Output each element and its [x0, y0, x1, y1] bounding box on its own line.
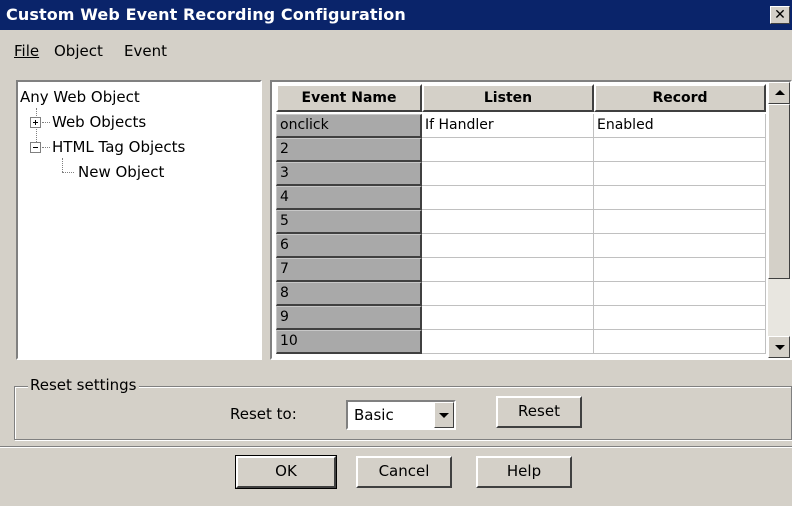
row-event-name[interactable]: 10 [276, 330, 422, 354]
reset-to-value: Basic [354, 406, 394, 424]
menu-bar: File Object Event [0, 38, 792, 62]
row-event-name[interactable]: 4 [276, 186, 422, 210]
vertical-scrollbar[interactable] [768, 82, 790, 358]
scroll-down-button[interactable] [768, 336, 790, 358]
arrow-up-icon [775, 90, 785, 95]
column-header-record[interactable]: Record [594, 84, 766, 112]
cell-record[interactable] [594, 306, 766, 330]
scroll-thumb[interactable] [768, 104, 790, 279]
cell-listen[interactable] [422, 258, 594, 282]
dialog-window: Custom Web Event Recording Configuration… [0, 0, 792, 506]
cell-listen[interactable] [422, 210, 594, 234]
arrow-down-icon [775, 345, 785, 350]
cell-listen[interactable] [422, 330, 594, 354]
column-header-listen[interactable]: Listen [422, 84, 594, 112]
object-tree[interactable]: Any Web Object Web Objects HTML Tag Obje… [16, 80, 262, 360]
tree-node-label: New Object [78, 163, 165, 181]
tree-root-label: Any Web Object [20, 88, 140, 106]
close-button[interactable]: ✕ [770, 6, 790, 24]
reset-to-label: Reset to: [230, 405, 297, 423]
menu-object[interactable]: Object [54, 42, 103, 60]
event-grid[interactable]: Event Name Listen Record onclick If Hand… [270, 80, 792, 360]
title-bar: Custom Web Event Recording Configuration… [0, 0, 792, 30]
cancel-button[interactable]: Cancel [356, 456, 452, 488]
cell-record[interactable] [594, 186, 766, 210]
grid-body: Event Name Listen Record onclick If Hand… [272, 82, 768, 358]
chevron-down-icon [439, 413, 449, 418]
cell-listen[interactable] [422, 138, 594, 162]
cell-record[interactable] [594, 138, 766, 162]
close-icon: ✕ [774, 7, 786, 23]
reset-button[interactable]: Reset [496, 396, 582, 428]
tree-node-label: HTML Tag Objects [52, 138, 186, 156]
row-event-name[interactable]: 2 [276, 138, 422, 162]
tree-node-web-objects[interactable]: Web Objects [52, 113, 146, 131]
column-header-event-name[interactable]: Event Name [276, 84, 422, 112]
menu-object-label: Object [54, 42, 103, 60]
cell-record[interactable]: Enabled [594, 114, 766, 138]
cell-record[interactable] [594, 162, 766, 186]
help-button[interactable]: Help [476, 456, 572, 488]
cell-listen[interactable] [422, 282, 594, 306]
row-event-name[interactable]: 8 [276, 282, 422, 306]
row-event-name[interactable]: 5 [276, 210, 422, 234]
separator [0, 446, 792, 448]
cell-listen[interactable] [422, 234, 594, 258]
cell-listen[interactable] [422, 186, 594, 210]
tree-node-html-tag-objects[interactable]: HTML Tag Objects [52, 138, 185, 156]
cell-listen[interactable] [422, 162, 594, 186]
reset-to-select[interactable]: Basic [346, 400, 456, 430]
cell-record[interactable] [594, 234, 766, 258]
dropdown-button[interactable] [434, 402, 454, 428]
collapse-minus-icon[interactable] [30, 142, 41, 153]
menu-event-label: Event [124, 42, 167, 60]
reset-settings-legend: Reset settings [28, 376, 139, 394]
row-event-name[interactable]: 7 [276, 258, 422, 282]
expand-plus-icon[interactable] [30, 117, 41, 128]
ok-button[interactable]: OK [235, 455, 337, 489]
cell-record[interactable] [594, 258, 766, 282]
row-event-name[interactable]: 3 [276, 162, 422, 186]
tree-connector [42, 147, 50, 148]
cell-record[interactable] [594, 282, 766, 306]
tree-node-label: Web Objects [52, 113, 147, 131]
window-title: Custom Web Event Recording Configuration [6, 5, 406, 24]
cell-listen[interactable] [422, 306, 594, 330]
row-event-name[interactable]: 9 [276, 306, 422, 330]
row-event-name[interactable]: onclick [276, 114, 422, 138]
tree-connector [62, 172, 74, 173]
tree-node-new-object[interactable]: New Object [78, 163, 164, 181]
menu-file[interactable]: File [14, 42, 39, 60]
tree-root[interactable]: Any Web Object [20, 88, 140, 106]
cell-listen[interactable]: If Handler [422, 114, 594, 138]
tree-connector [42, 122, 50, 123]
scroll-up-button[interactable] [768, 82, 790, 104]
cell-record[interactable] [594, 210, 766, 234]
cell-record[interactable] [594, 330, 766, 354]
menu-event[interactable]: Event [124, 42, 167, 60]
row-event-name[interactable]: 6 [276, 234, 422, 258]
tree-connector [62, 158, 63, 172]
menu-file-label: File [14, 42, 40, 60]
